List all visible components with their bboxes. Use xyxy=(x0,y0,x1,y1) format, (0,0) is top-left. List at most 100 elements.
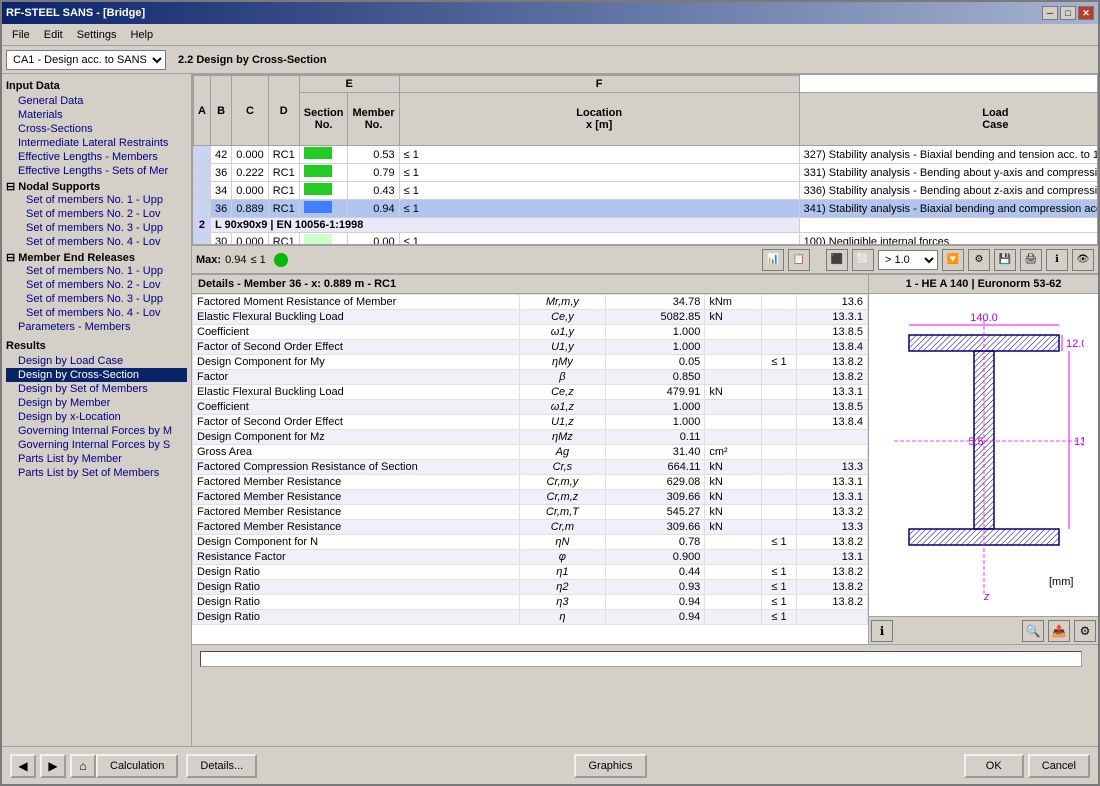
details-row[interactable]: Factor of Second Order Effect U1,y 1.000… xyxy=(193,340,868,355)
section-cell: 2 xyxy=(194,218,211,233)
sidebar-item-parts-list-member[interactable]: Parts List by Member xyxy=(6,452,187,466)
settings-btn[interactable]: ⚙ xyxy=(968,249,990,271)
view-btn-3[interactable]: ⬛ xyxy=(826,249,848,271)
sidebar-item-general-data[interactable]: General Data xyxy=(6,94,187,108)
design-case-dropdown[interactable]: CA1 - Design acc. to SANS xyxy=(6,50,166,70)
cancel-button[interactable]: Cancel xyxy=(1028,754,1090,778)
ratio-filter-dropdown[interactable]: > 1.0 xyxy=(878,250,938,270)
cs-zoom-btn[interactable]: 🔍 xyxy=(1022,620,1044,642)
col-sub-lc: LoadCase xyxy=(799,93,1098,146)
details-row[interactable]: Gross Area Ag 31.40 cm² xyxy=(193,445,868,460)
details-row[interactable]: Design Component for My ηMy 0.05 ≤ 1 13.… xyxy=(193,355,868,370)
back-button[interactable]: ◀ xyxy=(10,754,36,778)
ok-button[interactable]: OK xyxy=(964,754,1024,778)
details-row[interactable]: Factored Moment Resistance of Member Mr,… xyxy=(193,295,868,310)
export-btn[interactable]: 💾 xyxy=(994,249,1016,271)
table-row[interactable]: 34 0.000 RC1 0.43 ≤ 1 336) Stability ana… xyxy=(194,182,1099,200)
maximize-button[interactable]: □ xyxy=(1060,6,1076,20)
filter-btn[interactable]: 🔽 xyxy=(942,249,964,271)
details-row[interactable]: Resistance Factor φ 0.900 13.1 xyxy=(193,550,868,565)
sidebar-item-design-x-location[interactable]: Design by x-Location xyxy=(6,410,187,424)
main-window: RF-STEEL SANS - [Bridge] ─ □ ✕ File Edit… xyxy=(0,0,1100,786)
minimize-button[interactable]: ─ xyxy=(1042,6,1058,20)
sidebar-item-intermediate-restraints[interactable]: Intermediate Lateral Restraints xyxy=(6,136,187,150)
cs-info-btn[interactable]: ℹ xyxy=(871,620,893,642)
sidebar-item-mer2[interactable]: Set of members No. 2 - Lov xyxy=(6,278,187,292)
menu-settings[interactable]: Settings xyxy=(71,27,123,43)
design-table-container[interactable]: A B C D E F SectionNo. MemberNo. Locatio… xyxy=(192,74,1098,245)
details-row[interactable]: Coefficient ω1,z 1.000 13.8.5 xyxy=(193,400,868,415)
view-btn-1[interactable]: 📊 xyxy=(762,249,784,271)
details-row[interactable]: Design Component for N ηN 0.78 ≤ 1 13.8.… xyxy=(193,535,868,550)
details-row[interactable]: Factored Member Resistance Cr,m,z 309.66… xyxy=(193,490,868,505)
details-row[interactable]: Factored Compression Resistance of Secti… xyxy=(193,460,868,475)
calculation-button[interactable]: Calculation xyxy=(96,754,178,778)
sidebar-input-section: Input Data xyxy=(6,78,187,94)
sidebar-item-eff-lengths-sets[interactable]: Effective Lengths - Sets of Mer xyxy=(6,164,187,178)
detail-le xyxy=(762,505,796,520)
sidebar-item-ns4[interactable]: Set of members No. 4 - Lov xyxy=(6,235,187,249)
print-btn[interactable]: 🖨 xyxy=(1020,249,1042,271)
menu-help[interactable]: Help xyxy=(124,27,159,43)
view-btn-4[interactable]: ⬜ xyxy=(852,249,874,271)
details-row[interactable]: Design Component for Mz ηMz 0.11 xyxy=(193,430,868,445)
forward-button[interactable]: ▶ xyxy=(40,754,66,778)
details-row[interactable]: Factored Member Resistance Cr,m 309.66 k… xyxy=(193,520,868,535)
detail-unit xyxy=(705,550,762,565)
details-row[interactable]: Elastic Flexural Buckling Load Ce,z 479.… xyxy=(193,385,868,400)
menu-edit[interactable]: Edit xyxy=(38,27,69,43)
table-row[interactable]: 36 0.222 RC1 0.79 ≤ 1 331) Stability ana… xyxy=(194,164,1099,182)
close-button[interactable]: ✕ xyxy=(1078,6,1094,20)
sidebar-item-gov-internal-m[interactable]: Governing Internal Forces by M xyxy=(6,424,187,438)
horizontal-scrollbar[interactable] xyxy=(200,651,1082,667)
detail-name: Coefficient xyxy=(193,325,520,340)
table-row[interactable]: 36 0.889 RC1 0.94 ≤ 1 341) Stability ana… xyxy=(194,200,1099,218)
details-row[interactable]: Factor of Second Order Effect U1,z 1.000… xyxy=(193,415,868,430)
details-row[interactable]: Design Ratio η2 0.93 ≤ 1 13.8.2 xyxy=(193,580,868,595)
sidebar-item-design-load-case[interactable]: Design by Load Case xyxy=(6,354,187,368)
detail-ref: 13.8.2 xyxy=(796,370,867,385)
sidebar-item-eff-lengths-members[interactable]: Effective Lengths - Members xyxy=(6,150,187,164)
sidebar-item-design-member[interactable]: Design by Member xyxy=(6,396,187,410)
details-button[interactable]: Details... xyxy=(186,754,257,778)
sidebar-item-mer3[interactable]: Set of members No. 3 - Upp xyxy=(6,292,187,306)
sidebar-item-parts-list-set[interactable]: Parts List by Set of Members xyxy=(6,466,187,480)
details-table-container[interactable]: Factored Moment Resistance of Member Mr,… xyxy=(192,294,868,644)
details-row[interactable]: Design Ratio η3 0.94 ≤ 1 13.8.2 xyxy=(193,595,868,610)
detail-symbol: Ag xyxy=(520,445,605,460)
details-row[interactable]: Factor β 0.850 13.8.2 xyxy=(193,370,868,385)
detail-ref: 13.8.4 xyxy=(796,415,867,430)
ratio-cell: 0.43 xyxy=(348,182,399,200)
home-button[interactable]: ⌂ xyxy=(70,754,96,778)
sidebar-item-gov-internal-s[interactable]: Governing Internal Forces by S xyxy=(6,438,187,452)
sidebar-item-design-set-members[interactable]: Design by Set of Members xyxy=(6,382,187,396)
eye-btn[interactable]: 👁 xyxy=(1072,249,1094,271)
ratio-cell: 0.94 xyxy=(348,200,399,218)
sidebar-item-ns1[interactable]: Set of members No. 1 - Upp xyxy=(6,193,187,207)
sidebar-item-cross-sections[interactable]: Cross-Sections xyxy=(6,122,187,136)
details-row[interactable]: Design Ratio η 0.94 ≤ 1 xyxy=(193,610,868,625)
cs-settings-btn[interactable]: ⚙ xyxy=(1074,620,1096,642)
detail-name: Design Ratio xyxy=(193,610,520,625)
view-btn-2[interactable]: 📋 xyxy=(788,249,810,271)
detail-symbol: ηMy xyxy=(520,355,605,370)
details-row[interactable]: Design Ratio η1 0.44 ≤ 1 13.8.2 xyxy=(193,565,868,580)
menu-file[interactable]: File xyxy=(6,27,36,43)
graphics-button[interactable]: Graphics xyxy=(574,754,646,778)
details-row[interactable]: Elastic Flexural Buckling Load Ce,y 5082… xyxy=(193,310,868,325)
table-row[interactable]: 42 0.000 RC1 0.53 ≤ 1 327) Stability ana… xyxy=(194,146,1099,164)
table-row[interactable]: 2 L 90x90x9 | EN 10056-1:1998 xyxy=(194,218,1099,233)
cs-export-btn[interactable]: 📤 xyxy=(1048,620,1070,642)
details-row[interactable]: Coefficient ω1,y 1.000 13.8.5 xyxy=(193,325,868,340)
sidebar-item-design-cross-section[interactable]: Design by Cross-Section xyxy=(6,368,187,382)
details-row[interactable]: Factored Member Resistance Cr,m,y 629.08… xyxy=(193,475,868,490)
sidebar-item-mer1[interactable]: Set of members No. 1 - Upp xyxy=(6,264,187,278)
details-row[interactable]: Factored Member Resistance Cr,m,T 545.27… xyxy=(193,505,868,520)
sidebar-item-materials[interactable]: Materials xyxy=(6,108,187,122)
info-btn[interactable]: ℹ xyxy=(1046,249,1068,271)
sidebar-item-ns3[interactable]: Set of members No. 3 - Upp xyxy=(6,221,187,235)
sidebar-item-parameters-members[interactable]: Parameters - Members xyxy=(6,320,187,334)
sidebar-item-mer4[interactable]: Set of members No. 4 - Lov xyxy=(6,306,187,320)
table-row[interactable]: 30 0.000 RC1 0.00 ≤ 1 100) Negligible in… xyxy=(194,233,1099,246)
sidebar-item-ns2[interactable]: Set of members No. 2 - Lov xyxy=(6,207,187,221)
